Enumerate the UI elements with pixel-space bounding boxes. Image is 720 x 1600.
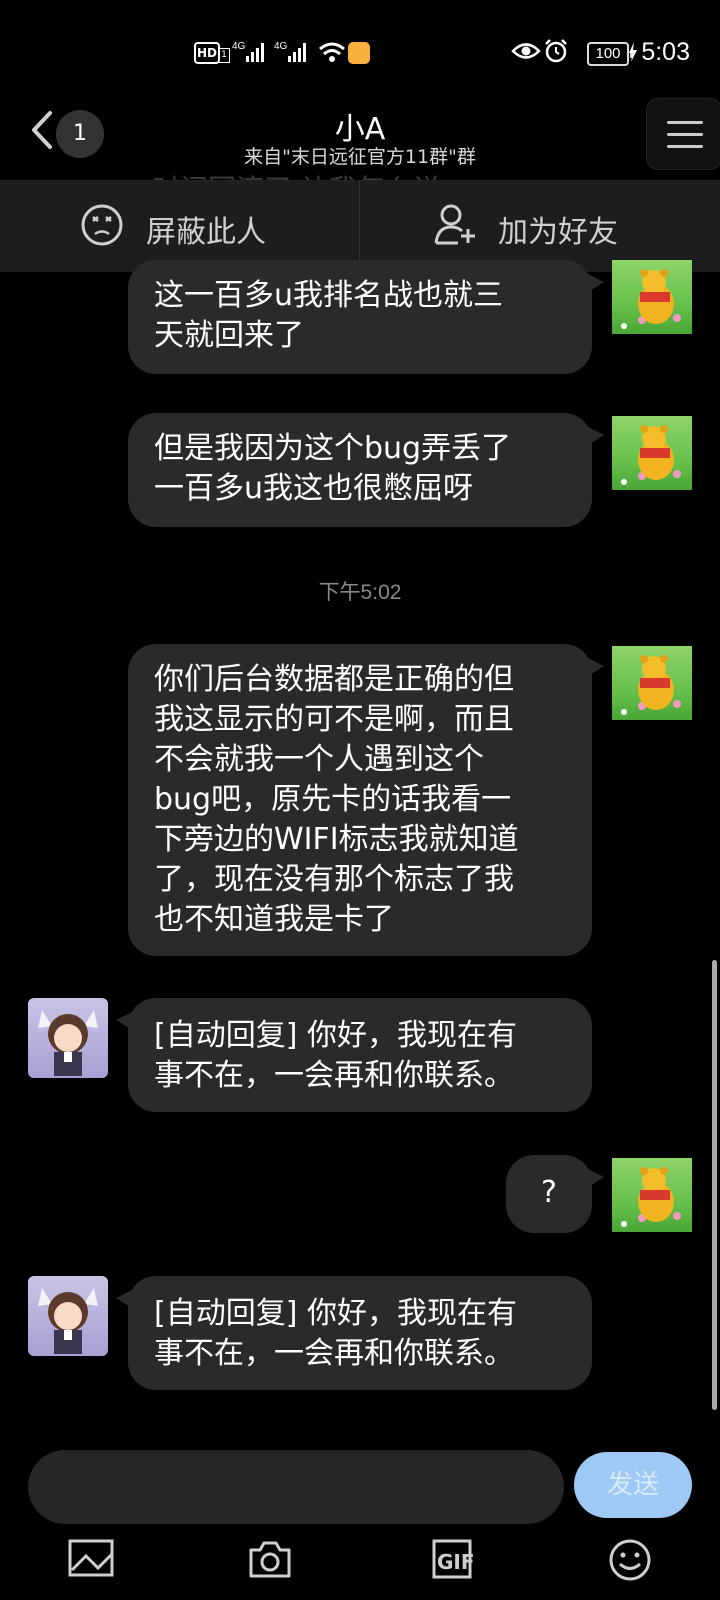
signal-icon: 4G bbox=[232, 41, 264, 62]
message-bubble-outgoing[interactable]: 但是我因为这个bug弄丢了 一百多u我这也很憋屈呀 bbox=[128, 413, 604, 527]
block-face-icon bbox=[81, 204, 123, 246]
emoji-icon[interactable] bbox=[608, 1538, 652, 1582]
message-line: 了，现在没有那个标志了我 bbox=[154, 862, 514, 897]
eye-comfort-icon bbox=[511, 43, 541, 59]
gif-icon[interactable]: GIF bbox=[428, 1538, 476, 1580]
block-user-button[interactable]: 屏蔽此人 bbox=[0, 181, 359, 271]
hd-voice-icon: HD bbox=[194, 42, 220, 64]
winnie-pooh-avatar-image bbox=[621, 269, 681, 329]
signal-icon-2: 4G bbox=[274, 41, 306, 62]
status-bar: HD 1 4G 4G 100 5:03 bbox=[0, 0, 720, 100]
message-line: 这一百多u我排名战也就三 bbox=[154, 278, 504, 313]
battery-indicator: 100 bbox=[587, 42, 633, 66]
image-icon[interactable] bbox=[68, 1538, 114, 1578]
wifi-icon bbox=[319, 42, 345, 62]
contact-avatar[interactable] bbox=[28, 1276, 108, 1356]
message-timestamp: 下午5:02 bbox=[318, 581, 402, 604]
self-avatar[interactable] bbox=[612, 646, 692, 720]
network-type-label: 4G bbox=[232, 41, 246, 52]
network-type-label-2: 4G bbox=[274, 41, 288, 52]
contact-avatar[interactable] bbox=[28, 998, 108, 1078]
winnie-pooh-avatar-image bbox=[621, 655, 681, 715]
add-user-icon bbox=[434, 204, 475, 245]
message-line: 不会就我一个人遇到这个 bbox=[154, 742, 484, 777]
message-line: [自动回复] 你好，我现在有 bbox=[154, 1018, 517, 1053]
camera-icon[interactable] bbox=[248, 1538, 292, 1580]
status-time: 5:03 bbox=[641, 38, 690, 66]
block-user-label: 屏蔽此人 bbox=[146, 215, 266, 250]
message-line: 我这显示的可不是啊，而且 bbox=[154, 702, 514, 737]
message-line: 也不知道我是卡了 bbox=[154, 902, 394, 937]
message-line: 你们后台数据都是正确的但 bbox=[154, 662, 514, 697]
winnie-pooh-avatar-image bbox=[621, 1167, 681, 1227]
message-line: ? bbox=[541, 1175, 557, 1210]
message-line: 但是我因为这个bug弄丢了 bbox=[154, 431, 512, 466]
send-button[interactable]: 发送 bbox=[574, 1452, 692, 1518]
stranger-action-bar: 屏蔽此人 加为好友 bbox=[0, 180, 720, 272]
message-bubble-outgoing[interactable]: 你们后台数据都是正确的但 我这显示的可不是啊，而且 不会就我一个人遇到这个 bu… bbox=[128, 644, 604, 956]
message-line: bug吧，原先卡的话我看一 bbox=[154, 782, 512, 817]
message-bubble-outgoing[interactable]: ? bbox=[506, 1155, 604, 1233]
chat-subtitle: 来自"末日远征官方11群"群 bbox=[244, 146, 476, 168]
notification-app-icon bbox=[348, 42, 370, 64]
message-bubble-incoming[interactable]: [自动回复] 你好，我现在有 事不在，一会再和你联系。 bbox=[116, 1276, 592, 1390]
message-bubble-outgoing[interactable]: 这一百多u我排名战也就三 天就回来了 bbox=[128, 260, 604, 374]
message-line: 事不在，一会再和你联系。 bbox=[154, 1336, 514, 1371]
gif-label: GIF bbox=[437, 1550, 475, 1574]
menu-button[interactable] bbox=[646, 98, 720, 170]
winnie-pooh-avatar-image bbox=[621, 425, 681, 485]
chat-scrollbar[interactable] bbox=[712, 960, 717, 1410]
sim-1-icon: 1 bbox=[218, 48, 230, 63]
message-line: [自动回复] 你好，我现在有 bbox=[154, 1296, 517, 1331]
self-avatar[interactable] bbox=[612, 260, 692, 334]
add-friend-button[interactable]: 加为好友 bbox=[360, 181, 720, 271]
message-line: 一百多u我这也很憋屈呀 bbox=[154, 471, 474, 506]
menu-icon bbox=[667, 121, 703, 124]
message-input[interactable] bbox=[28, 1450, 564, 1524]
alarm-icon bbox=[545, 39, 567, 63]
message-line: 天就回来了 bbox=[154, 318, 304, 353]
anime-girl-avatar-image bbox=[38, 1010, 98, 1076]
add-friend-label: 加为好友 bbox=[498, 215, 618, 250]
message-line: 事不在，一会再和你联系。 bbox=[154, 1058, 514, 1093]
self-avatar[interactable] bbox=[612, 416, 692, 490]
message-bubble-incoming[interactable]: [自动回复] 你好，我现在有 事不在，一会再和你联系。 bbox=[116, 998, 592, 1112]
self-avatar[interactable] bbox=[612, 1158, 692, 1232]
message-line: 下旁边的WIFI标志我就知道 bbox=[154, 822, 519, 857]
anime-girl-avatar-image bbox=[38, 1288, 98, 1354]
charging-icon bbox=[629, 42, 637, 62]
